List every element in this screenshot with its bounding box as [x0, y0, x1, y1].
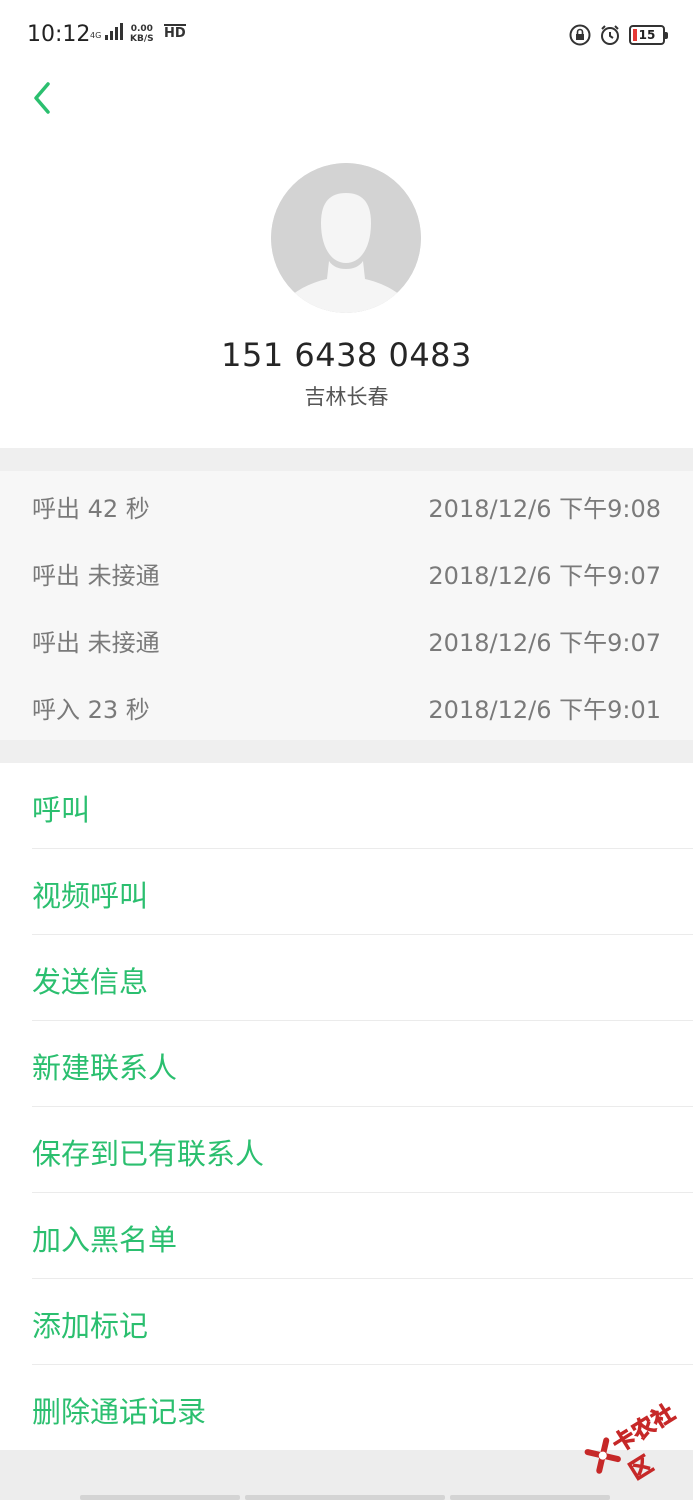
status-bar: 10:12 4G 0.00 KB/S HD 15 — [0, 0, 693, 72]
call-type: 呼出 未接通 — [32, 629, 160, 657]
alarm-icon — [601, 25, 619, 45]
bottom-tab — [80, 1495, 240, 1500]
call-log-item: 呼入 23 秒 2018/12/6 下午9:01 — [0, 672, 693, 739]
section-divider — [0, 448, 693, 471]
call-time: 2018/12/6 下午9:01 — [428, 696, 661, 724]
phone-location: 吉林长春 — [304, 385, 389, 409]
call-type: 呼入 23 秒 — [32, 696, 150, 724]
call-type: 呼出 42 秒 — [32, 495, 150, 523]
add-to-blacklist-button[interactable]: 加入黑名单 — [0, 1193, 693, 1279]
call-log-item: 呼出 未接通 2018/12/6 下午9:07 — [0, 605, 693, 672]
video-call-button[interactable]: 视频呼叫 — [0, 849, 693, 935]
action-label: 加入黑名单 — [32, 1223, 178, 1257]
call-time: 2018/12/6 下午9:08 — [428, 495, 661, 523]
network-type-label: 4G — [90, 31, 102, 40]
action-label: 呼叫 — [32, 793, 91, 827]
save-to-existing-contact-button[interactable]: 保存到已有联系人 — [0, 1107, 693, 1193]
back-button[interactable] — [22, 76, 62, 120]
chevron-left-icon — [34, 82, 50, 114]
person-placeholder-icon — [271, 163, 421, 313]
add-tag-button[interactable]: 添加标记 — [0, 1279, 693, 1365]
action-label: 删除通话记录 — [32, 1395, 207, 1429]
call-log-item: 呼出 未接通 2018/12/6 下午9:07 — [0, 538, 693, 605]
battery-icon: 15 — [629, 25, 668, 45]
new-contact-button[interactable]: 新建联系人 — [0, 1021, 693, 1107]
action-label: 添加标记 — [32, 1309, 149, 1343]
lock-icon — [569, 24, 591, 46]
network-speed-unit: KB/S — [130, 34, 154, 44]
status-time: 10:12 — [27, 22, 91, 47]
send-message-button[interactable]: 发送信息 — [0, 935, 693, 1021]
avatar — [271, 163, 421, 313]
status-icons: 15 — [569, 24, 668, 46]
section-divider — [0, 740, 693, 763]
call-button[interactable]: 呼叫 — [0, 763, 693, 849]
bottom-tab — [245, 1495, 445, 1500]
network-speed: 0.00 KB/S — [130, 24, 154, 44]
call-time: 2018/12/6 下午9:07 — [428, 562, 661, 590]
action-label: 发送信息 — [32, 965, 149, 999]
call-time: 2018/12/6 下午9:07 — [428, 629, 661, 657]
call-log-item: 呼出 42 秒 2018/12/6 下午9:08 — [0, 471, 693, 538]
action-label: 保存到已有联系人 — [32, 1137, 265, 1171]
bottom-tab — [450, 1495, 610, 1500]
phone-number: 151 6438 0483 — [221, 336, 472, 374]
hd-icon: HD — [164, 24, 186, 41]
network-speed-value: 0.00 — [130, 24, 153, 34]
action-label: 视频呼叫 — [32, 879, 149, 913]
action-label: 新建联系人 — [32, 1051, 178, 1085]
battery-level: 15 — [638, 28, 656, 42]
signal-icon — [105, 22, 124, 40]
call-log-list: 呼出 42 秒 2018/12/6 下午9:08 呼出 未接通 2018/12/… — [0, 471, 693, 740]
call-type: 呼出 未接通 — [32, 562, 160, 590]
network-indicator: 4G — [90, 22, 124, 40]
